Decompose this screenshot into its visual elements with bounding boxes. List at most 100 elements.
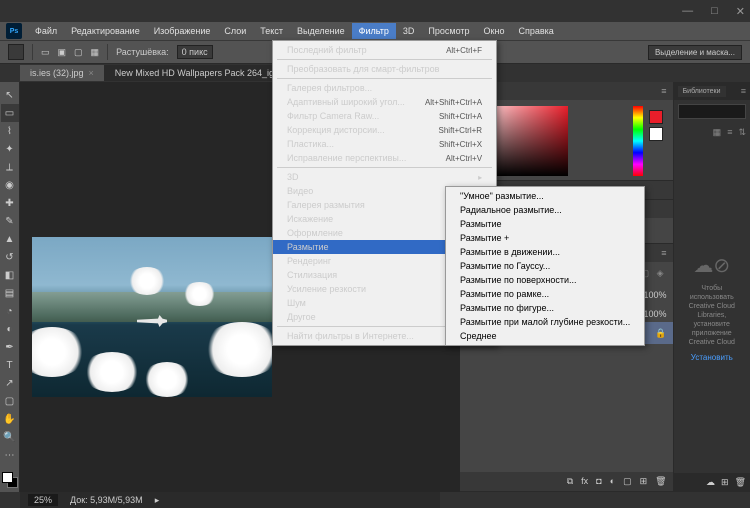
cloud-icon: ☁⊘: [693, 253, 730, 278]
blur-menu-item[interactable]: Размытие: [446, 217, 644, 231]
lib-sort-icon[interactable]: ⇅: [738, 127, 746, 138]
gradient-tool[interactable]: ▤: [1, 284, 19, 302]
maximize-button[interactable]: □: [711, 5, 718, 17]
filter-menu-item: Последний фильтрAlt+Ctrl+F: [273, 43, 496, 57]
hue-slider[interactable]: [633, 106, 643, 176]
history-brush-tool[interactable]: ↺: [1, 248, 19, 266]
marquee-add-icon[interactable]: ▣: [58, 47, 67, 58]
menu-фильтр[interactable]: Фильтр: [352, 23, 396, 39]
lib-cloud-icon[interactable]: ☁: [706, 477, 715, 488]
menu-3d[interactable]: 3D: [396, 23, 422, 39]
marquee-mode-icon[interactable]: ▭: [41, 47, 50, 58]
shape-tool[interactable]: ▢: [1, 392, 19, 410]
zoom-tool[interactable]: 🔍: [1, 428, 19, 446]
blur-menu-item[interactable]: "Умное" размытие...: [446, 189, 644, 203]
fx-icon[interactable]: fx: [581, 476, 588, 487]
blur-menu-item[interactable]: Размытие по рамке...: [446, 287, 644, 301]
menu-просмотр[interactable]: Просмотр: [421, 23, 476, 39]
document-tab[interactable]: is.ies (32).jpg×: [20, 65, 105, 81]
group-icon[interactable]: ▢: [623, 476, 632, 487]
filter-smart-icon[interactable]: ◈: [657, 268, 669, 280]
close-button[interactable]: ✕: [736, 5, 745, 18]
layers-menu-icon[interactable]: ≡: [655, 248, 672, 258]
lasso-tool[interactable]: ⌇: [1, 122, 19, 140]
filter-menu-item[interactable]: Адаптивный широкий угол...Alt+Shift+Ctrl…: [273, 95, 496, 109]
blur-menu-item[interactable]: Среднее: [446, 329, 644, 343]
bg-color-box[interactable]: [649, 127, 663, 141]
magic-wand-tool[interactable]: ✦: [1, 140, 19, 158]
adjustment-layer-icon[interactable]: ◐: [610, 476, 615, 487]
libraries-search[interactable]: [678, 104, 746, 119]
lib-view-grid-icon[interactable]: ▦: [713, 127, 722, 138]
new-layer-icon[interactable]: ⊞: [640, 476, 648, 487]
feather-label: Растушёвка:: [116, 47, 169, 57]
document-canvas[interactable]: [32, 237, 272, 397]
filter-menu-item[interactable]: Коррекция дисторсии...Shift+Ctrl+R: [273, 123, 496, 137]
hand-tool[interactable]: ✋: [1, 410, 19, 428]
filter-menu-item[interactable]: Исправление перспективы...Alt+Ctrl+V: [273, 151, 496, 165]
type-tool[interactable]: T: [1, 356, 19, 374]
stamp-tool[interactable]: ▲: [1, 230, 19, 248]
layer-lock-indicator: 🔒: [655, 328, 666, 339]
link-layers-icon[interactable]: ⧉: [567, 476, 573, 487]
blur-menu-item[interactable]: Размытие в движении...: [446, 245, 644, 259]
blur-submenu-dropdown: "Умное" размытие...Радиальное размытие..…: [445, 186, 645, 346]
libraries-panel: Библиотеки ≡ ▦ ≡ ⇅ ☁⊘ Чтобы использовать…: [673, 82, 750, 492]
filter-menu-item[interactable]: Преобразовать для смарт-фильтров: [273, 62, 496, 76]
filter-menu-item[interactable]: Галерея фильтров...: [273, 81, 496, 95]
path-tool[interactable]: ↗: [1, 374, 19, 392]
doc-size-info: Док: 5,93M/5,93M: [70, 495, 143, 505]
menu-файл[interactable]: Файл: [28, 23, 64, 39]
edit-toolbar[interactable]: ⋯: [1, 446, 19, 464]
select-and-mask-button[interactable]: Выделение и маска...: [648, 45, 742, 60]
menu-выделение[interactable]: Выделение: [290, 23, 352, 39]
menu-слои[interactable]: Слои: [217, 23, 253, 39]
zoom-level[interactable]: 25%: [28, 494, 58, 506]
heal-tool[interactable]: ✚: [1, 194, 19, 212]
crop-tool[interactable]: ⟂: [1, 158, 19, 176]
blur-menu-item[interactable]: Размытие по поверхности...: [446, 273, 644, 287]
libraries-tab[interactable]: Библиотеки: [678, 86, 726, 97]
eyedropper-tool[interactable]: ◉: [1, 176, 19, 194]
blur-menu-item[interactable]: Размытие +: [446, 231, 644, 245]
install-link[interactable]: Установить: [691, 353, 733, 362]
color-swatches[interactable]: [2, 472, 18, 488]
app-logo: Ps: [6, 23, 22, 39]
blur-menu-item[interactable]: Размытие по Гауссу...: [446, 259, 644, 273]
blur-menu-item[interactable]: Радиальное размытие...: [446, 203, 644, 217]
menu-изображение[interactable]: Изображение: [147, 23, 218, 39]
marquee-sub-icon[interactable]: ▢: [74, 47, 83, 58]
move-tool[interactable]: ↖: [1, 86, 19, 104]
lib-view-list-icon[interactable]: ≡: [727, 127, 732, 138]
filter-menu-item[interactable]: 3D▸: [273, 170, 496, 184]
mask-icon[interactable]: ◘: [596, 476, 601, 487]
fill-value[interactable]: 100%: [644, 309, 667, 319]
lib-add-icon[interactable]: ⊞: [721, 477, 729, 488]
marquee-tool[interactable]: ▭: [1, 104, 19, 122]
status-arrow-icon[interactable]: ▸: [155, 495, 160, 506]
libraries-menu-icon[interactable]: ≡: [741, 86, 746, 96]
menu-текст[interactable]: Текст: [253, 23, 290, 39]
dodge-tool[interactable]: ◐: [1, 320, 19, 338]
minimize-button[interactable]: —: [682, 5, 693, 17]
current-tool-icon[interactable]: [8, 44, 24, 60]
blur-tool[interactable]: ◔: [1, 302, 19, 320]
brush-tool[interactable]: ✎: [1, 212, 19, 230]
pen-tool[interactable]: ✒: [1, 338, 19, 356]
opacity-value[interactable]: 100%: [644, 290, 667, 300]
menu-редактирование[interactable]: Редактирование: [64, 23, 147, 39]
tab-close-icon[interactable]: ×: [89, 68, 94, 78]
feather-field[interactable]: 0 пикс: [177, 45, 213, 59]
menu-окно[interactable]: Окно: [477, 23, 512, 39]
blur-menu-item[interactable]: Размытие по фигуре...: [446, 301, 644, 315]
marquee-int-icon[interactable]: ▦: [91, 47, 100, 58]
menu-справка[interactable]: Справка: [511, 23, 560, 39]
fg-color-box[interactable]: [649, 110, 663, 124]
delete-layer-icon[interactable]: 🗑: [655, 476, 666, 487]
lib-delete-icon[interactable]: 🗑: [735, 477, 746, 488]
panel-menu-icon[interactable]: ≡: [655, 86, 672, 96]
filter-menu-item[interactable]: Пластика...Shift+Ctrl+X: [273, 137, 496, 151]
blur-menu-item[interactable]: Размытие при малой глубине резкости...: [446, 315, 644, 329]
eraser-tool[interactable]: ◧: [1, 266, 19, 284]
filter-menu-item[interactable]: Фильтр Camera Raw...Shift+Ctrl+A: [273, 109, 496, 123]
